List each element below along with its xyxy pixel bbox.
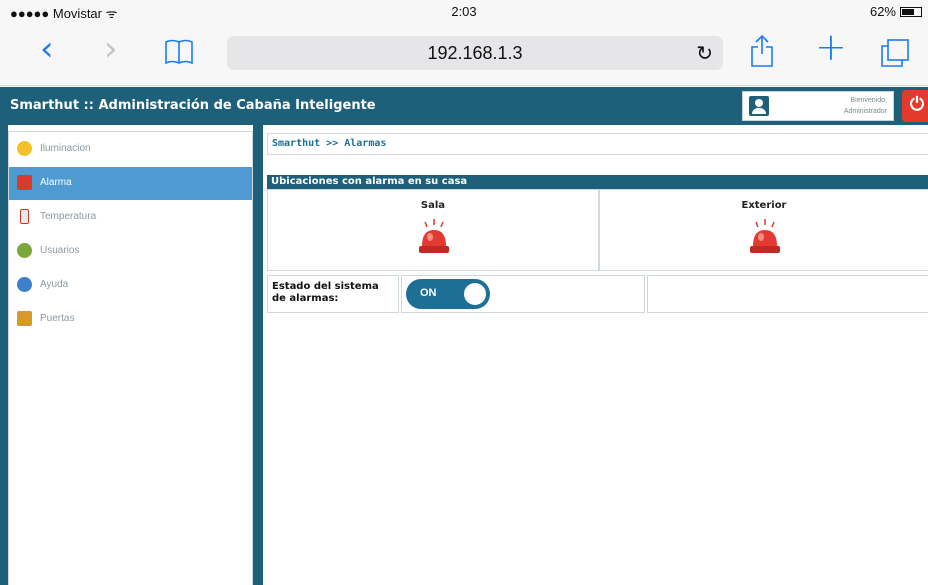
sidebar-item-label: Usuarios (40, 245, 80, 256)
back-arrow-icon[interactable]: ‹ (40, 32, 54, 66)
thermometer-icon (20, 209, 29, 224)
share-icon[interactable] (750, 34, 774, 72)
battery-percent: 62% (869, 4, 896, 19)
section-title: Ubicaciones con alarma en su casa (267, 175, 928, 189)
forward-arrow-icon[interactable]: › (104, 32, 118, 66)
clock-label: 2:03 (451, 4, 477, 19)
user-icon (749, 96, 769, 116)
sidebar-item-alarma[interactable]: Alarma (9, 167, 252, 200)
welcome-text: Bienvenido, Administrador (777, 95, 887, 117)
ios-status-bar: ●●●●● Movistar ᯤ 2:03 62% (0, 0, 928, 24)
breadcrumb: Smarthut >> Alarmas (267, 133, 928, 155)
alarm-icon (17, 175, 32, 190)
alarm-system-toggle[interactable]: ON (406, 279, 490, 309)
sidebar-item-temperatura[interactable]: Temperatura (9, 201, 252, 234)
sidebar-item-label: Ayuda (40, 279, 69, 290)
sidebar-item-iluminacion[interactable]: Iluminacion (9, 133, 252, 166)
tabs-icon[interactable] (880, 38, 910, 72)
location-card-exterior[interactable]: Exterior (599, 189, 928, 271)
location-name: Exterior (741, 200, 787, 211)
main-content: Smarthut >> Alarmas Ubicaciones con alar… (263, 125, 928, 585)
username: Administrador (843, 108, 887, 115)
location-card-sala[interactable]: Sala (267, 189, 599, 271)
address-bar[interactable]: 192.168.1.3 ↻ (227, 36, 723, 70)
door-icon (17, 311, 32, 326)
users-icon (17, 243, 32, 258)
alarm-light-icon (750, 219, 780, 253)
sidebar-item-label: Alarma (40, 177, 72, 188)
power-button[interactable]: ⏻ (902, 90, 928, 122)
url-text: 192.168.1.3 (427, 43, 523, 63)
help-icon (17, 277, 32, 292)
location-name: Sala (420, 200, 446, 211)
sidebar-item-usuarios[interactable]: Usuarios (9, 235, 252, 268)
sidebar-item-ayuda[interactable]: Ayuda (9, 269, 252, 302)
alarm-toggle-cell: ON (401, 275, 645, 313)
bookmarks-icon[interactable] (164, 39, 194, 69)
empty-cell (647, 275, 928, 313)
sidebar: Iluminacion Alarma Temperatura Usuarios … (8, 131, 253, 585)
sidebar-item-label: Temperatura (40, 211, 97, 222)
alarm-light-icon (419, 219, 449, 253)
app-title: Smarthut :: Administración de Cabaña Int… (10, 98, 376, 113)
alarm-system-status-label: Estado del sistema de alarmas: (267, 275, 399, 313)
browser-toolbar: ‹ › 192.168.1.3 ↻ + (0, 24, 928, 86)
lightbulb-icon (17, 141, 32, 156)
battery-icon (900, 6, 922, 17)
toggle-knob (464, 283, 486, 305)
sidebar-item-label: Puertas (40, 313, 75, 324)
toggle-state-label: ON (420, 287, 437, 299)
sidebar-divider (253, 125, 263, 585)
sidebar-item-label: Iluminacion (40, 143, 91, 154)
power-icon: ⏻ (909, 94, 925, 115)
new-tab-icon[interactable]: + (815, 28, 847, 66)
sidebar-item-puertas[interactable]: Puertas (9, 303, 252, 336)
app-header: Smarthut :: Administración de Cabaña Int… (0, 87, 928, 125)
user-box[interactable]: Bienvenido, Administrador (742, 91, 894, 121)
battery-indicator: 62% (870, 4, 922, 19)
left-gutter (0, 125, 8, 585)
reload-icon[interactable]: ↻ (696, 41, 713, 66)
welcome-line: Bienvenido, (850, 97, 887, 104)
